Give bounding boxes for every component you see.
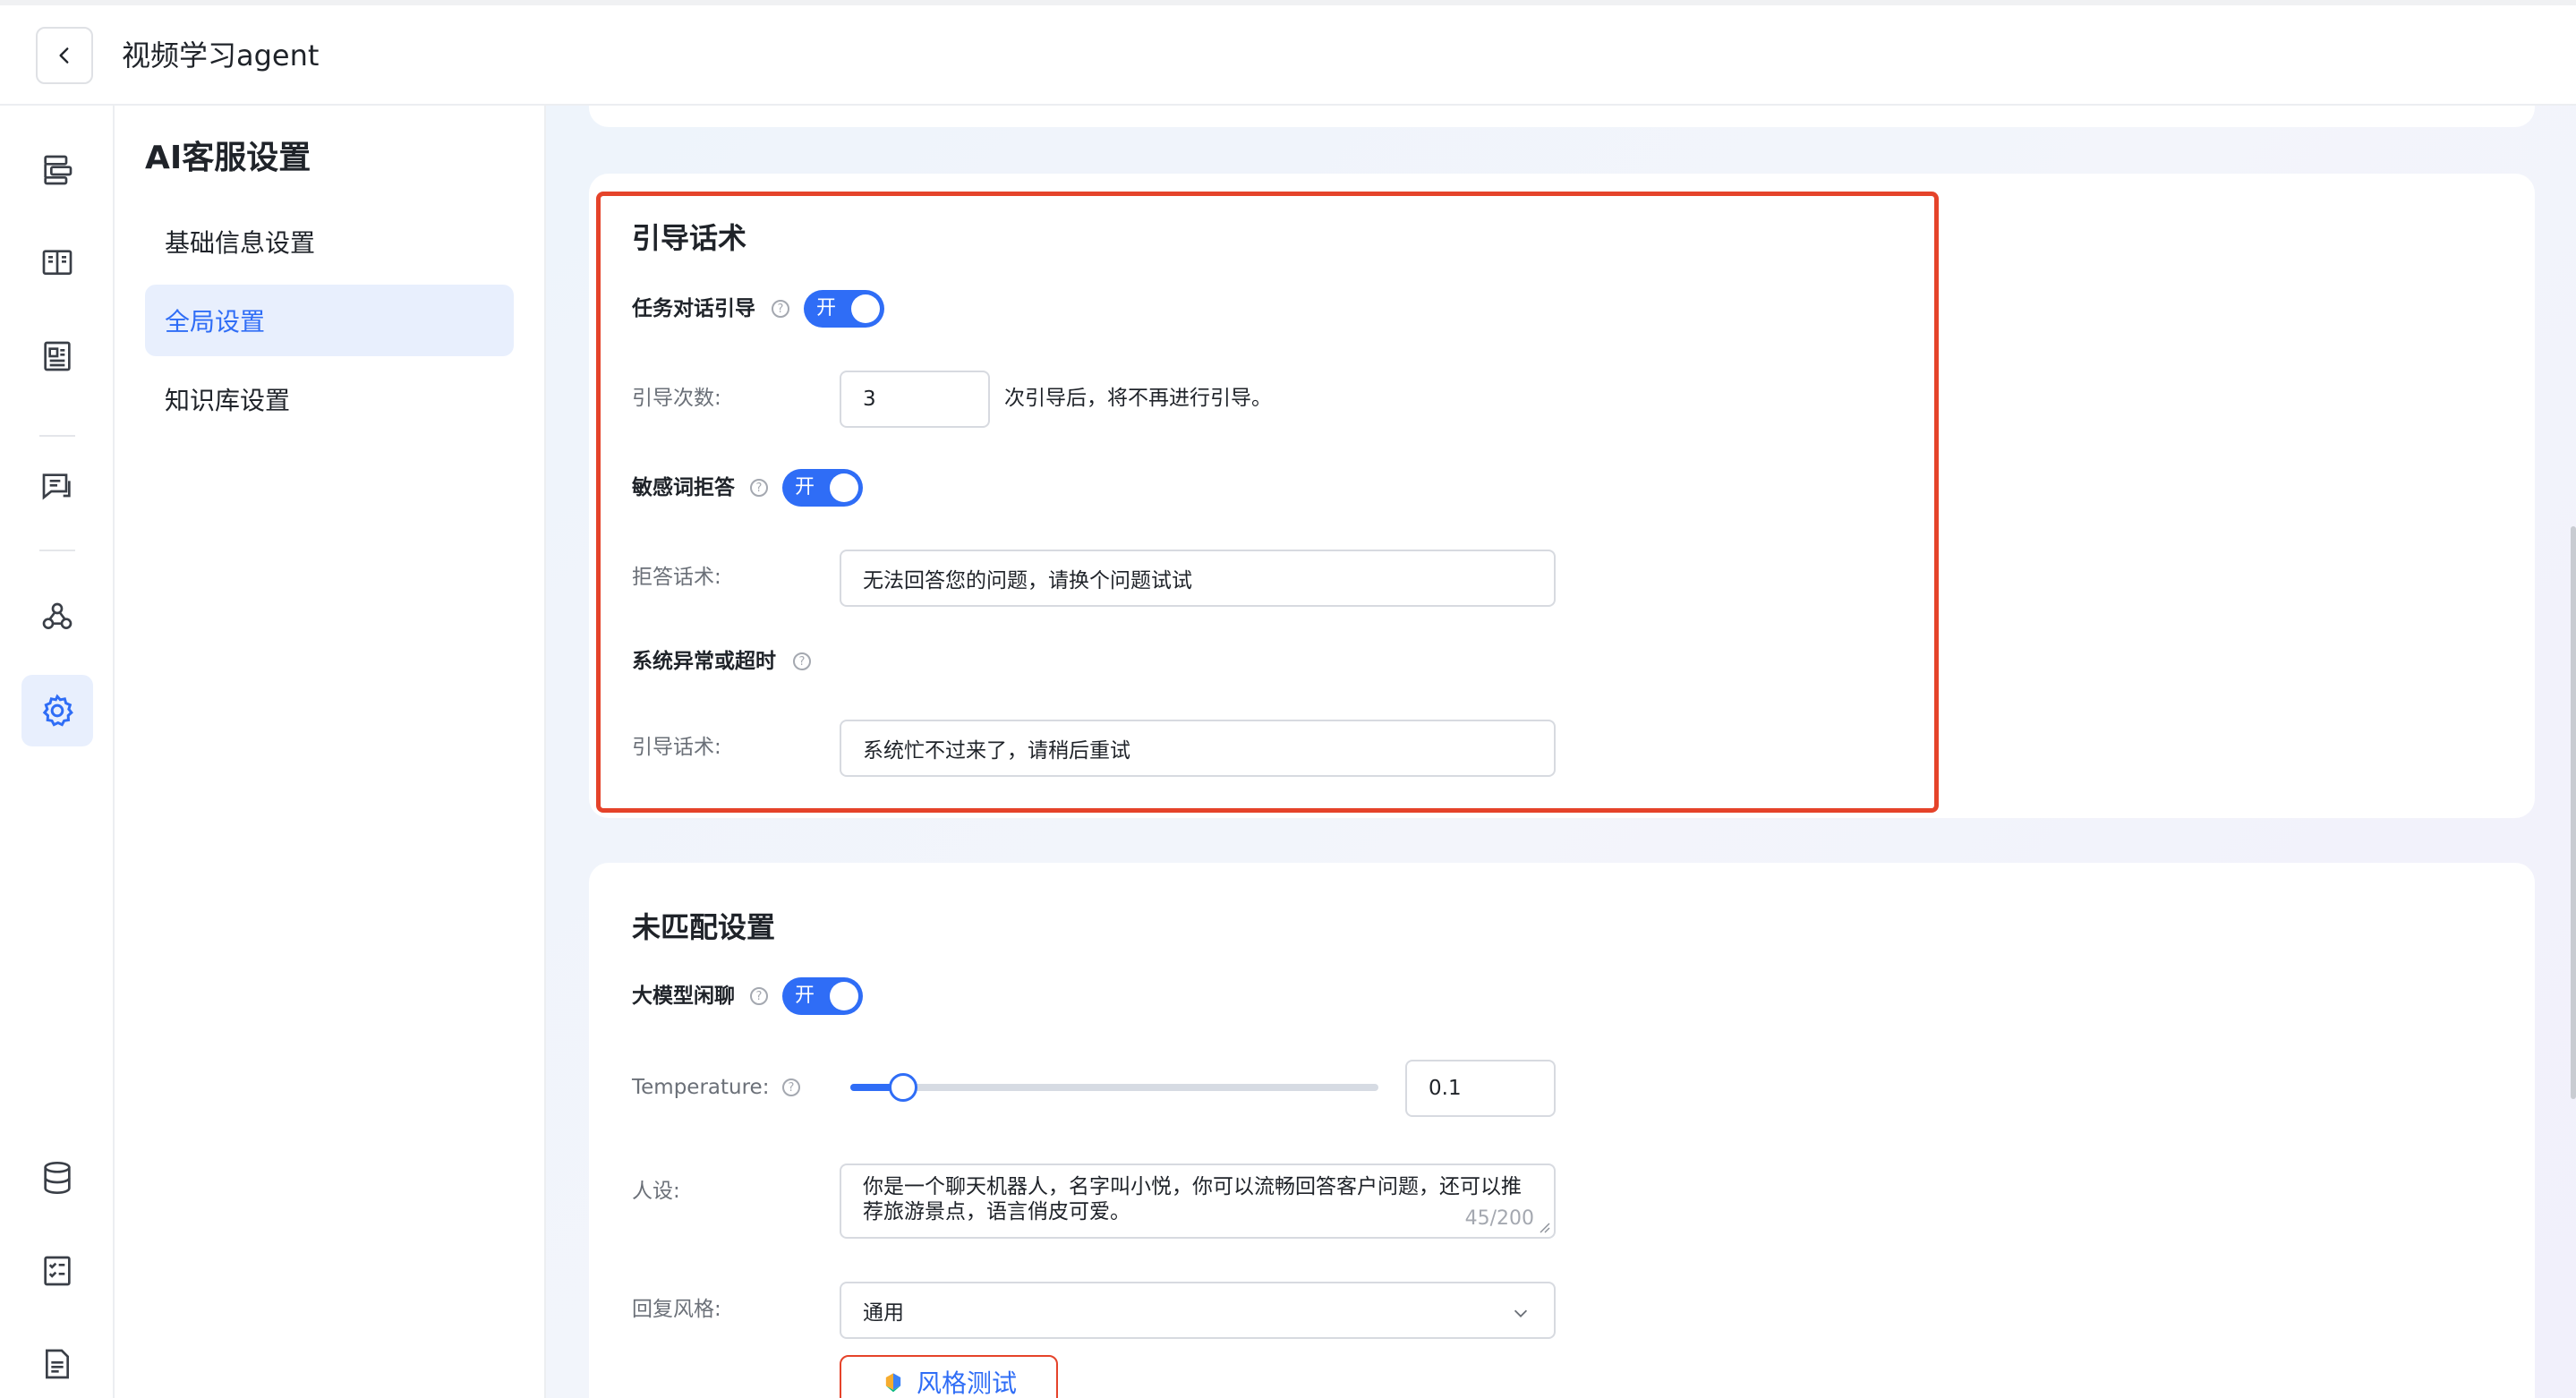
help-icon[interactable]: ? — [782, 1078, 800, 1096]
toggle-label: 开 — [795, 985, 815, 1007]
llm-chat-label: 大模型闲聊 — [632, 985, 735, 1008]
guide-count-suffix: 次引导后，将不再进行引导。 — [1004, 387, 1272, 410]
refuse-text-label: 拒答话术: — [632, 566, 721, 589]
unmatched-section-title: 未匹配设置 — [632, 910, 776, 944]
rail-item-chat[interactable] — [21, 451, 93, 523]
temperature-input[interactable] — [1405, 1060, 1556, 1117]
sparkle-logo-icon — [885, 1373, 901, 1393]
workflow-icon — [44, 155, 73, 185]
app-header: 视频学习agent — [0, 5, 2576, 106]
settings-nav: AI客服设置 基础信息设置 全局设置 知识库设置 — [115, 106, 546, 1398]
rail-item-nodes[interactable] — [21, 582, 93, 653]
app-title: 视频学习agent — [122, 38, 320, 72]
slider-handle[interactable] — [889, 1073, 917, 1102]
reply-style-label: 回复风格: — [632, 1298, 721, 1321]
book-icon — [42, 250, 73, 275]
toggle-label: 开 — [816, 297, 837, 320]
temperature-slider[interactable] — [850, 1073, 1378, 1102]
nav-title: AI客服设置 — [145, 140, 311, 176]
chat-icon — [42, 473, 71, 500]
nodes-icon — [42, 602, 73, 629]
sensitive-refuse-toggle[interactable]: 开 — [782, 469, 863, 507]
persona-text: 你是一个聊天机器人，名字叫小悦，你可以流畅回答客户问题，还可以推荐旅游景点，语言… — [863, 1175, 1522, 1223]
database-icon — [44, 1162, 71, 1195]
char-counter: 45/200 — [1464, 1207, 1534, 1230]
nav-item-label: 知识库设置 — [165, 386, 291, 415]
task-guide-label: 任务对话引导 — [632, 297, 755, 320]
toggle-knob — [830, 473, 858, 502]
icon-rail — [0, 106, 115, 1398]
toggle-label: 开 — [795, 476, 815, 499]
llm-chat-toggle[interactable]: 开 — [782, 977, 863, 1015]
reply-style-value: 通用 — [863, 1301, 904, 1325]
help-icon[interactable]: ? — [750, 987, 768, 1005]
rail-item-checklist[interactable] — [21, 1235, 93, 1307]
rail-item-settings[interactable] — [21, 675, 93, 746]
toggle-knob — [851, 294, 880, 323]
nav-item-label: 全局设置 — [165, 307, 266, 337]
style-test-label: 风格测试 — [917, 1368, 1018, 1398]
error-guide-input[interactable] — [840, 720, 1556, 777]
system-error-label: 系统异常或超时 — [632, 650, 776, 673]
temperature-label: Temperature: — [632, 1076, 770, 1099]
persona-textarea[interactable]: 你是一个聊天机器人，名字叫小悦，你可以流畅回答客户问题，还可以推荐旅游景点，语言… — [840, 1164, 1556, 1239]
nav-item-basic-info[interactable]: 基础信息设置 — [145, 206, 514, 277]
task-guide-toggle[interactable]: 开 — [804, 290, 884, 328]
resize-grip-icon[interactable] — [1538, 1221, 1550, 1233]
rail-item-document[interactable] — [21, 320, 93, 392]
help-icon[interactable]: ? — [793, 652, 811, 670]
nav-item-knowledge-base[interactable]: 知识库设置 — [145, 363, 514, 435]
rail-separator — [39, 435, 75, 437]
rail-item-file[interactable] — [21, 1328, 93, 1398]
file-icon — [46, 1349, 69, 1379]
rail-item-book[interactable] — [21, 227, 93, 299]
nav-item-label: 基础信息设置 — [165, 228, 316, 258]
sensitive-refuse-label: 敏感词拒答 — [632, 476, 735, 499]
previous-card — [589, 106, 2535, 127]
back-button[interactable] — [36, 27, 93, 84]
persona-label: 人设: — [632, 1180, 680, 1203]
document-icon — [44, 341, 71, 371]
help-icon[interactable]: ? — [750, 479, 768, 497]
guide-count-label: 引导次数: — [632, 387, 721, 410]
chevron-left-icon — [59, 47, 69, 64]
main-scrollbar[interactable] — [2571, 526, 2576, 1099]
error-guide-label: 引导话术: — [632, 736, 721, 759]
toggle-knob — [830, 982, 858, 1010]
main-content: 引导话术 任务对话引导 ? 开 引导次数: 次引导后，将不再进行引导。 敏感词拒… — [546, 106, 2576, 1398]
rail-item-database[interactable] — [21, 1142, 93, 1214]
nav-item-global-settings[interactable]: 全局设置 — [145, 285, 514, 356]
style-test-button[interactable]: 风格测试 — [840, 1355, 1058, 1398]
reply-style-select[interactable]: 通用 — [840, 1282, 1556, 1339]
rail-separator — [39, 550, 75, 551]
checklist-icon — [44, 1256, 71, 1286]
chevron-down-icon — [1514, 1309, 1528, 1317]
guide-count-input[interactable] — [840, 371, 990, 428]
help-icon[interactable]: ? — [772, 300, 789, 318]
rail-item-workflow[interactable] — [21, 134, 93, 206]
gear-icon — [42, 694, 73, 727]
guide-section-title: 引导话术 — [632, 221, 747, 255]
refuse-text-input[interactable] — [840, 550, 1556, 607]
